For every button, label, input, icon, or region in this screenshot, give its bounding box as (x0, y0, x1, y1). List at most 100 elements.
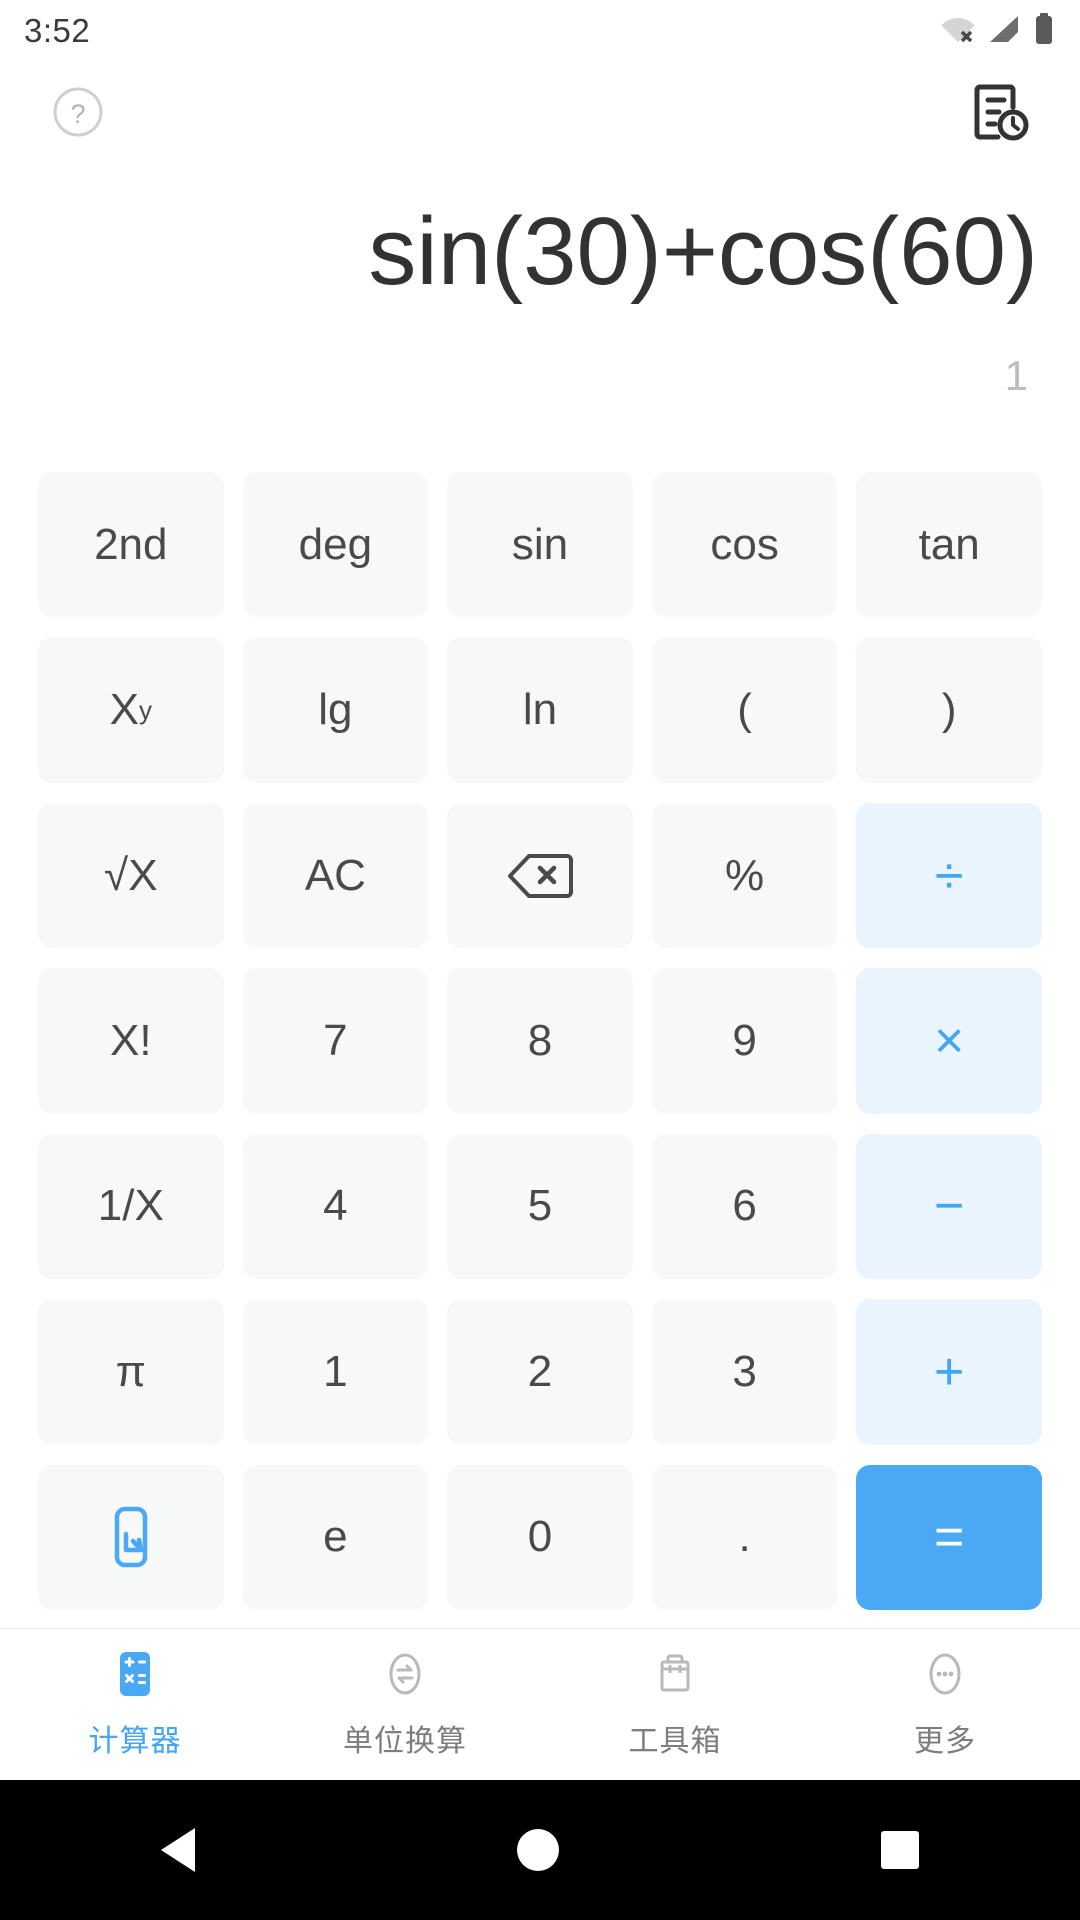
key-8[interactable]: 8 (447, 968, 633, 1114)
key-e-label: e (323, 1512, 348, 1562)
key-2-label: 2 (527, 1346, 553, 1396)
key-power[interactable]: Xy (38, 637, 224, 783)
more-dots-icon (920, 1649, 970, 1704)
key-6-label: 6 (732, 1181, 757, 1231)
key-collapse-keypad[interactable] (38, 1464, 224, 1610)
key-factorial-label: X! (110, 1015, 152, 1065)
convert-icon (380, 1649, 430, 1704)
key-7[interactable]: 7 (242, 968, 429, 1114)
key-factorial[interactable]: X! (38, 968, 224, 1114)
key-6[interactable]: 6 (651, 1133, 838, 1280)
key-5-label: 5 (527, 1181, 553, 1231)
collapse-arrow-icon (114, 1507, 148, 1568)
key-percent[interactable]: % (651, 802, 838, 949)
key-all-clear[interactable]: AC (242, 802, 429, 949)
key-plus[interactable]: + (856, 1299, 1042, 1445)
key-all-clear-label: AC (304, 850, 366, 900)
key-sqrt[interactable]: √X (38, 802, 224, 949)
tab-label: 更多 (914, 1725, 976, 1758)
key-close-paren[interactable]: ) (856, 637, 1042, 783)
key-pi[interactable]: π (38, 1299, 224, 1445)
calculator-display[interactable]: sin(30)+cos(60) 1 (0, 162, 1080, 462)
key-8-label: 8 (527, 1015, 553, 1065)
history-document-icon[interactable] (968, 81, 1030, 143)
top-bar: ? (0, 62, 1080, 162)
key-equals[interactable]: = (856, 1464, 1042, 1610)
key-open-paren-label: ( (737, 685, 752, 735)
key-sin[interactable]: sin (447, 472, 633, 618)
android-navigation-bar (0, 1780, 1080, 1920)
status-bar: 3:52 (0, 0, 1080, 62)
key-lg-label: lg (318, 685, 353, 735)
key-3-label: 3 (732, 1346, 757, 1396)
key-2nd-label: 2nd (94, 519, 168, 569)
key-minus-label: − (934, 1177, 965, 1236)
toolbox-icon (650, 1649, 700, 1704)
back-triangle-icon[interactable] (161, 1828, 195, 1872)
calculator-icon (110, 1649, 160, 1704)
key-open-paren[interactable]: ( (651, 637, 838, 783)
key-reciprocal[interactable]: 1/X (38, 1133, 224, 1280)
key-ln-label: ln (522, 685, 558, 735)
key-e[interactable]: e (242, 1464, 429, 1610)
key-sin-label: sin (511, 519, 569, 569)
key-deg-label: deg (298, 519, 373, 569)
key-ln[interactable]: ln (447, 637, 633, 783)
key-divide[interactable]: ÷ (856, 802, 1042, 949)
bottom-tab-bar: 计算器 单位换算 工具箱 更多 (0, 1628, 1080, 1780)
key-2[interactable]: 2 (447, 1299, 633, 1445)
tab-toolbox[interactable]: 工具箱 (540, 1649, 810, 1760)
svg-text:?: ? (70, 99, 85, 129)
key-5[interactable]: 5 (447, 1133, 633, 1280)
key-tan[interactable]: tan (856, 472, 1042, 618)
tab-label: 单位换算 (343, 1725, 467, 1758)
key-divide-label: ÷ (934, 846, 964, 905)
key-tan-label: tan (918, 519, 980, 569)
status-bar-icons (940, 12, 1054, 50)
backspace-icon (507, 853, 573, 898)
key-0-label: 0 (527, 1512, 553, 1562)
key-9-label: 9 (732, 1015, 757, 1065)
home-circle-icon[interactable] (517, 1829, 559, 1871)
key-decimal-label: . (738, 1512, 751, 1562)
key-3[interactable]: 3 (651, 1299, 838, 1445)
key-power-label: X (109, 685, 139, 735)
wifi-off-icon (940, 14, 976, 49)
key-1-label: 1 (323, 1346, 348, 1396)
key-deg[interactable]: deg (242, 472, 429, 618)
tab-more[interactable]: 更多 (810, 1649, 1080, 1760)
keypad: 2nd deg sin cos tan Xy lg ln () √X AC% ÷ X! 7 8 9 × 1/X 4 5… (0, 462, 1080, 1628)
key-close-paren-label: ) (941, 685, 957, 735)
tab-label: 工具箱 (628, 1725, 722, 1758)
key-cos-label: cos (710, 519, 779, 569)
key-1[interactable]: 1 (242, 1299, 429, 1445)
key-pi-label: π (115, 1346, 146, 1396)
recents-square-icon[interactable] (881, 1831, 919, 1869)
key-7-label: 7 (323, 1015, 348, 1065)
key-equals-label: = (934, 1508, 965, 1567)
key-multiply-label: × (934, 1011, 965, 1070)
key-decimal[interactable]: . (651, 1464, 838, 1610)
key-2nd[interactable]: 2nd (38, 472, 224, 618)
key-reciprocal-label: 1/X (97, 1181, 164, 1231)
key-plus-label: + (934, 1342, 965, 1401)
key-lg[interactable]: lg (242, 637, 429, 783)
key-multiply[interactable]: × (856, 968, 1042, 1114)
key-9[interactable]: 9 (651, 968, 838, 1114)
battery-full-icon (1034, 12, 1054, 50)
status-time: 3:52 (24, 12, 91, 49)
key-4[interactable]: 4 (242, 1133, 429, 1280)
key-backspace[interactable] (447, 802, 633, 949)
expression-text: sin(30)+cos(60) (368, 198, 1038, 305)
help-circle-icon[interactable]: ? (52, 86, 104, 138)
key-minus[interactable]: − (856, 1133, 1042, 1280)
cellular-signal-icon (988, 14, 1022, 49)
tab-unit-conversion[interactable]: 单位换算 (270, 1649, 540, 1760)
key-0[interactable]: 0 (447, 1464, 633, 1610)
calculator-app-screen: 3:52 ? sin(30)+cos(60) 1 2nd deg sin cos… (0, 0, 1080, 1920)
tab-label: 计算器 (88, 1725, 182, 1758)
key-4-label: 4 (323, 1181, 348, 1231)
result-text: 1 (1004, 352, 1028, 399)
key-cos[interactable]: cos (651, 472, 838, 618)
tab-calculator[interactable]: 计算器 (0, 1649, 270, 1760)
